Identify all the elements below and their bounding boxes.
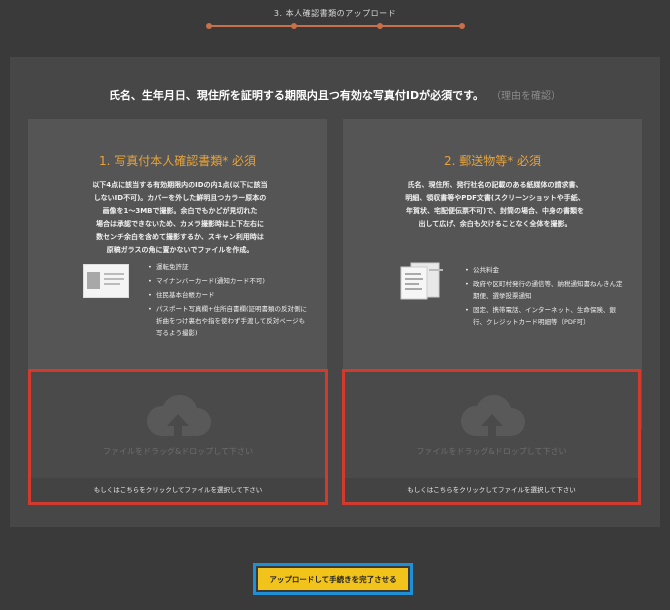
list-item: 住民基本台帳カード (148, 289, 308, 301)
cloud-upload-icon (146, 394, 211, 436)
description-line: 出して広げ、余白も欠けることなく全体を撮影。 (418, 220, 572, 228)
mail-proof-dropzone[interactable]: ファイルをドラッグ&ドロップして下さい もしくはこちらをクリックしてファイルを選… (342, 369, 641, 505)
step-dot (206, 23, 212, 29)
description-line: 画像を1～3MBで撮影。余白でもかどが見切れた (102, 207, 258, 215)
list-item: マイナンバーカード(通知カード不可) (148, 275, 308, 287)
description-line: 場合は承認できないため、カメラ撮影時は上下左右に (96, 220, 264, 228)
step-dot (291, 23, 297, 29)
step-progress-track (206, 23, 465, 29)
description-line: しないID不可)。カバーを外した鮮明且つカラー原本の (93, 194, 267, 202)
file-select-link[interactable]: もしくはこちらをクリックしてファイルを選択して下さい (31, 478, 325, 502)
cloud-upload-icon (460, 394, 525, 436)
list-item: 固定、携帯電話、インターネット、生命保険、銀行、クレジットカード明細等（PDF可… (465, 304, 627, 328)
drop-text: ファイルをドラッグ&ドロップして下さい (103, 447, 253, 456)
photo-id-list: 運転免許証 マイナンバーカード(通知カード不可) 住民基本台帳カード パスポート… (148, 261, 308, 341)
description-line: 原稿ガラスの角に置かないでファイルを作成。 (106, 246, 254, 254)
upload-panel: 氏名、生年月日、現住所を証明する期限内且つ有効な写真付IDが必須です。 （理由を確… (10, 57, 660, 527)
description-line: 氏名、現住所、発行社名の記載のある紙媒体の請求書、 (407, 181, 583, 189)
mail-proof-title: 2. 郵送物等* 必須 (443, 154, 542, 168)
description-line: 数センチ余白を含めて撮影するか、スキャン利用時は (96, 233, 264, 241)
photo-id-dropzone[interactable]: ファイルをドラッグ&ドロップして下さい もしくはこちらをクリックしてファイルを選… (28, 369, 328, 505)
step-dot (459, 23, 465, 29)
file-select-link[interactable]: もしくはこちらをクリックしてファイルを選択して下さい (345, 478, 638, 502)
step-title: 3. 本人確認書類のアップロード (273, 9, 397, 18)
submit-highlight: アップロードして手続きを完了させる (253, 563, 413, 595)
page-headline: 氏名、生年月日、現住所を証明する期限内且つ有効な写真付IDが必須です。 （理由を確… (10, 87, 660, 103)
reason-link[interactable]: （理由を確認） (496, 91, 561, 102)
description-line: 明細、領収書等やPDF文書(スクリーンショットや手紙、 (405, 194, 585, 202)
headline-text: 氏名、生年月日、現住所を証明する期限内且つ有効な写真付IDが必須です。 (108, 89, 485, 102)
list-item: パスポート写真欄+住所自書欄(証明書類の反対側に折曲をつけ裏右や指を使わず手渡し… (148, 303, 308, 339)
list-item: 公共料金 (465, 264, 627, 276)
id-card-icon (83, 264, 129, 298)
photo-id-description: 以下4点に該当する有効期限内のIDの内1点(以下に該当 しないID不可)。カバー… (74, 179, 286, 257)
description-line: 以下4点に該当する有効期限内のIDの内1点(以下に該当 (92, 181, 268, 189)
description-line: 年賀状、宅配便伝票不可)で、封筒の場合、中身の書類を (406, 207, 584, 215)
list-item: 政府や区町村発行の通信等、納税通知書ねんきん定期便、選挙投票通知 (465, 278, 627, 302)
photo-id-title: 1. 写真付本人確認書類* 必須 (98, 154, 257, 168)
step-dot (377, 23, 383, 29)
documents-icon (400, 262, 443, 300)
drop-text: ファイルをドラッグ&ドロップして下さい (416, 447, 567, 456)
complete-upload-button[interactable]: アップロードして手続きを完了させる (258, 568, 408, 590)
mail-proof-description: 氏名、現住所、発行社名の記載のある紙媒体の請求書、 明細、領収書等やPDF文書(… (391, 179, 599, 231)
mail-proof-list: 公共料金 政府や区町村発行の通信等、納税通知書ねんきん定期便、選挙投票通知 固定… (465, 264, 627, 330)
list-item: 運転免許証 (148, 261, 308, 273)
